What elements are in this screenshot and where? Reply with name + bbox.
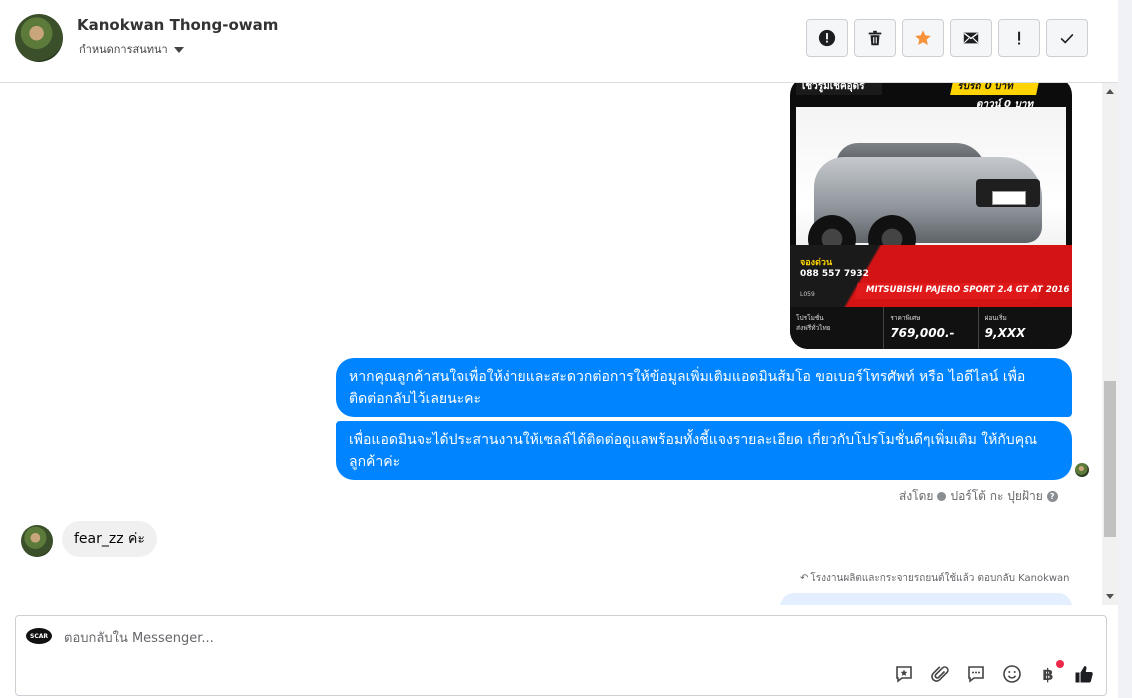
car-down-text: ดาวน์ 0 บาท: [976, 99, 1034, 110]
check-icon: [1060, 33, 1074, 44]
reply-note-text: โรงงานผลิตและกระจายรถยนต์ใช้แล้ว ตอบกลับ…: [810, 573, 1070, 584]
messenger-window: Kanokwan Thong-owam กำหนดการสนทนา โชว์รู…: [0, 0, 1132, 698]
scroll-down-icon[interactable]: [1106, 594, 1114, 599]
alert-circle-icon: [818, 29, 836, 47]
outgoing-message[interactable]: เพื่อแอดมินจะได้ประสานงานให้เซลล์ได้ติดต…: [336, 421, 1072, 480]
trash-icon: [868, 30, 882, 46]
car-price-col: ราคาพิเศษ 769,000.-: [884, 307, 979, 349]
car-installment-label: ผ่อนเริ่ม: [984, 314, 1007, 322]
car-banner-left: โชว์รูมเช็คอุดร: [796, 83, 882, 95]
car-urgent-label: จองด่วน: [800, 258, 833, 268]
incoming-message[interactable]: fear_zz ค่ะ: [62, 521, 157, 557]
quick-reply-button[interactable]: [964, 662, 988, 686]
help-icon[interactable]: ?: [1046, 491, 1058, 502]
baht-icon: ฿: [1042, 664, 1054, 684]
sender-avatar[interactable]: [21, 525, 53, 557]
composer-toolbar: ฿: [892, 660, 1096, 686]
delete-button[interactable]: [854, 19, 896, 57]
scroll-up-icon[interactable]: [1106, 89, 1114, 94]
page-avatar: SCAR: [26, 628, 52, 644]
spam-button[interactable]: [806, 19, 848, 57]
car-price-label: ราคาพิเศษ: [890, 314, 921, 322]
star-icon: [915, 30, 931, 46]
car-promo-label: โปรโมชั่น: [796, 314, 824, 322]
car-ad-image[interactable]: โชว์รูมเช็คอุดร รับรถ 0 บาท ดาวน์ 0 บาท …: [790, 83, 1072, 349]
car-installment-col: ผ่อนเริ่ม 9,XXX: [979, 307, 1072, 349]
like-button[interactable]: [1072, 662, 1096, 686]
assign-conversation-dropdown[interactable]: กำหนดการสนทนา: [79, 40, 184, 58]
conversation-toolbar: [806, 19, 1088, 57]
car-plate-shape: [992, 191, 1026, 205]
thumbs-up-icon: [1075, 666, 1093, 683]
payment-button[interactable]: ฿: [1036, 660, 1064, 686]
follow-up-button[interactable]: [998, 19, 1040, 57]
car-price-bar: โปรโมชั่น ส่งฟรีทั่วไทย ราคาพิเศษ 769,00…: [790, 307, 1072, 349]
car-phone: 088 557 7932: [800, 269, 869, 279]
car-banner-right: รับรถ 0 บาท: [950, 83, 1040, 95]
chat-bubble-icon: [968, 666, 984, 683]
sender-avatar-icon: [937, 492, 947, 501]
attach-button[interactable]: [928, 662, 952, 686]
car-price-value: 769,000.-: [890, 326, 955, 340]
contact-name[interactable]: Kanokwan Thong-owam: [77, 16, 278, 34]
caret-down-icon: [173, 46, 184, 53]
car-model: MITSUBISHI PAJERO SPORT 2.4 GT AT 2016: [866, 285, 1070, 295]
page-edge: [1118, 0, 1132, 698]
scroll-thumb[interactable]: [1104, 381, 1116, 537]
car-promo-value: ส่งฟรีทั่วไทย: [796, 324, 831, 332]
sent-by-name: ปอร์โต้ กะ ปุยฝ้าย: [950, 489, 1043, 503]
done-button[interactable]: [1046, 19, 1088, 57]
outgoing-message[interactable]: หากคุณลูกค้าสนใจเพื่อให้ง่ายและสะดวกต่อก…: [336, 358, 1072, 417]
car-lot: L059: [800, 291, 815, 298]
reply-arrow-icon: ↶: [800, 573, 809, 584]
emoji-button[interactable]: [1000, 662, 1024, 686]
contact-avatar[interactable]: [15, 14, 63, 62]
smiley-icon: [1003, 665, 1021, 683]
seen-avatar: [1075, 463, 1089, 477]
saved-reply-icon: [896, 666, 912, 683]
reply-preview-bubble[interactable]: [780, 593, 1072, 605]
notification-dot: [1056, 660, 1064, 668]
conversation-header: Kanokwan Thong-owam กำหนดการสนทนา: [0, 0, 1118, 83]
message-scrollbar[interactable]: [1102, 83, 1118, 605]
mark-unread-button[interactable]: [950, 19, 992, 57]
sent-by-prefix: ส่งโดย: [899, 489, 934, 503]
message-list: โชว์รูมเช็คอุดร รับรถ 0 บาท ดาวน์ 0 บาท …: [0, 83, 1102, 605]
envelope-icon: [963, 32, 979, 44]
car-promo-col: โปรโมชั่น ส่งฟรีทั่วไทย: [790, 307, 885, 349]
car-installment-value: 9,XXX: [984, 326, 1026, 340]
message-composer: SCAR ฿: [15, 615, 1107, 696]
star-button[interactable]: [902, 19, 944, 57]
assign-label: กำหนดการสนทนา: [79, 43, 168, 56]
reply-note: ↶ โรงงานผลิตและกระจายรถยนต์ใช้แล้ว ตอบกล…: [800, 571, 1070, 586]
sent-by-info: ส่งโดย ปอร์โต้ กะ ปุยฝ้าย ?: [899, 487, 1058, 506]
reply-input[interactable]: [64, 628, 764, 648]
exclamation-icon: [1018, 31, 1021, 45]
paperclip-icon: [931, 666, 949, 682]
saved-reply-button[interactable]: [892, 662, 916, 686]
